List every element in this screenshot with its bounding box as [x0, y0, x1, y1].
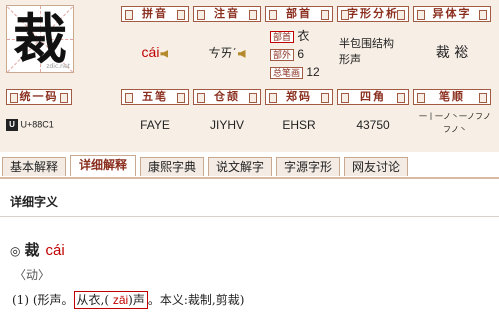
entry-char: 裁: [24, 241, 40, 259]
unicode-value: U+88C1: [20, 119, 54, 130]
pinyin-value: cái: [141, 44, 160, 60]
tab-basic[interactable]: 基本解释: [2, 157, 66, 176]
cangjie-value: JIYHV: [209, 118, 244, 132]
header-pinyin: 拼音: [121, 6, 189, 22]
speaker-icon[interactable]: [160, 49, 169, 58]
header-wubi: 五笔: [121, 89, 189, 105]
entry-heading: ◎ 裁 cái: [10, 239, 65, 260]
header-unicode: 统一码: [6, 89, 72, 105]
pinyin-value-cell: cái: [121, 44, 189, 60]
def-suffix: 。本义:裁制,剪裁): [147, 293, 245, 307]
tab-shuowen[interactable]: 说文解字: [208, 157, 272, 176]
tab-kangxi[interactable]: 康熙字典: [140, 157, 204, 176]
variant-value[interactable]: 裁 䙂: [413, 42, 491, 62]
character-display: 裁 zdic.net: [6, 5, 74, 73]
def-prefix: (1) (形声。: [12, 293, 74, 307]
wubi-value: FAYE: [140, 118, 170, 132]
header-zhuyin: 注音: [193, 6, 261, 22]
entry-pinyin: cái: [45, 242, 65, 259]
entry-marker: ◎: [10, 244, 21, 258]
structure-value-cell: 半包围结构 形声: [339, 36, 411, 68]
etymology-highlight: 从衣,( zāi)声: [73, 291, 148, 309]
zongbihua-label: 总笔画: [270, 67, 304, 79]
def-boxed-post: )声: [128, 293, 145, 307]
definition-line: (1) (形声。 从衣,( zāi)声 。本义:裁制,剪裁): [12, 291, 245, 309]
watermark: zdic.net: [46, 63, 70, 70]
divider: [0, 216, 499, 217]
unicode-value-cell: U U+88C1: [6, 119, 80, 131]
def-boxed-pre: 从衣,(: [76, 293, 110, 307]
bishun-line2: フノ丶: [443, 125, 467, 134]
zongbihua-value: 12: [306, 65, 320, 79]
character-info-panel: 裁 zdic.net 拼音 注音 部首 字形分析 异体字 cái ㄘㄞˊ 部首 …: [0, 0, 499, 152]
header-variant: 异体字: [413, 6, 491, 22]
header-zhengma: 郑码: [265, 89, 333, 105]
zhengma-value: EHSR: [282, 118, 316, 132]
buwai-value: 6: [297, 47, 305, 61]
zhuyin-value-cell: ㄘㄞˊ: [193, 44, 261, 61]
def-boxed-pinyin: zāi: [112, 293, 129, 307]
bushou-label: 部首: [270, 31, 295, 43]
definition-tabs: 基本解释 详细解释 康熙字典 说文解字 字源字形 网友讨论: [0, 155, 499, 179]
zhuyin-value: ㄘㄞˊ: [208, 46, 237, 60]
sijiao-value: 43750: [356, 118, 390, 132]
definition-content: 详细字义 ◎ 裁 cái 〈动〉 (1) (形声。 从衣,( zāi)声 。本义:裁制,…: [0, 179, 499, 312]
structure-line1: 半包围结构: [339, 37, 394, 50]
header-bushou: 部首: [265, 6, 333, 22]
part-of-speech: 〈动〉: [14, 268, 51, 282]
structure-line2: 形声: [339, 53, 361, 66]
tab-discussion[interactable]: 网友讨论: [344, 157, 408, 176]
buwai-label: 部外: [270, 49, 295, 61]
tab-ziyuan[interactable]: 字源字形: [276, 157, 340, 176]
header-structure: 字形分析: [337, 6, 409, 22]
tab-detailed[interactable]: 详细解释: [70, 155, 136, 176]
bushou-value[interactable]: 衣: [297, 29, 309, 43]
header-cangjie: 仓颉: [193, 89, 261, 105]
section-heading: 详细字义: [10, 195, 59, 209]
speaker-icon[interactable]: [237, 49, 246, 58]
bishun-value-cell: 一丨一ノ丶一ノフノ フノ丶: [413, 110, 497, 136]
bishun-line1: 一丨一ノ丶一ノフノ: [419, 112, 491, 121]
header-bishun: 笔顺: [413, 89, 491, 105]
bushou-value-cell: 部首 衣 部外 6 总笔画 12: [270, 27, 332, 81]
header-sijiao: 四角: [337, 89, 409, 105]
unicode-logo-icon: U: [6, 119, 18, 131]
